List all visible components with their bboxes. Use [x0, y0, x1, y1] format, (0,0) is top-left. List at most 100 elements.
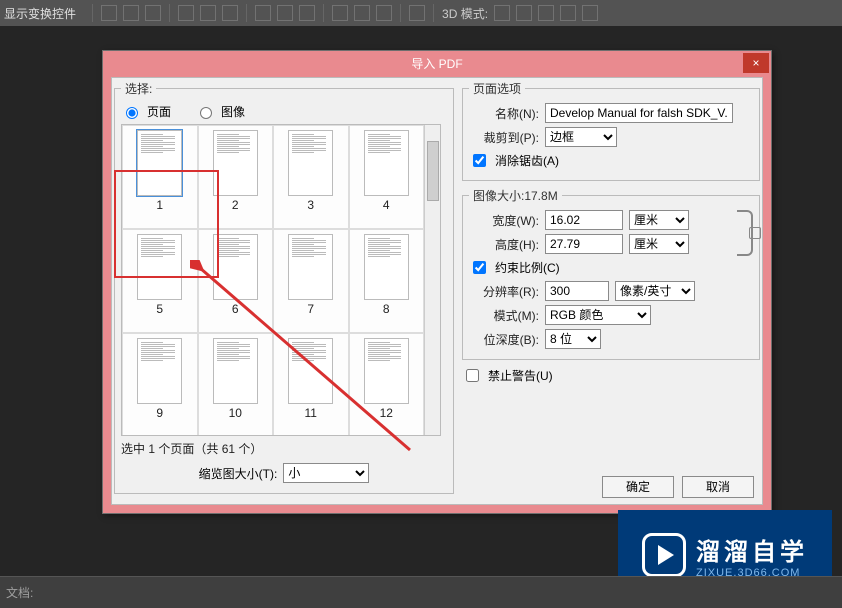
align-center-v-icon[interactable] — [200, 5, 216, 21]
width-input[interactable] — [545, 210, 623, 230]
close-icon: × — [752, 56, 759, 70]
image-size-group: 图像大小:17.8M 宽度(W): 厘米 高度(H): 厘米 — [462, 187, 760, 360]
thumbnail-page-9[interactable]: 9 — [122, 333, 198, 436]
mode-select[interactable]: RGB 颜色 — [545, 305, 651, 325]
thumbnail-page-3[interactable]: 3 — [273, 125, 349, 229]
thumbnail-number: 12 — [380, 406, 393, 420]
thumbsize-select[interactable]: 小 — [283, 463, 369, 483]
radio-image-label: 图像 — [221, 103, 245, 120]
height-unit-select[interactable]: 厘米 — [629, 234, 689, 254]
distribute-v-icon[interactable] — [277, 5, 293, 21]
align-bottom-icon[interactable] — [222, 5, 238, 21]
mode3d-label: 3D 模式: — [442, 5, 488, 22]
thumbnail-number: 9 — [156, 406, 163, 420]
resolution-unit-select[interactable]: 像素/英寸 — [615, 281, 695, 301]
resolution-label: 分辨率(R): — [469, 283, 539, 300]
thumbnail-number: 7 — [307, 302, 314, 316]
antialias-label: 消除锯齿(A) — [495, 152, 559, 169]
depth-select[interactable]: 8 位 — [545, 329, 601, 349]
thumbsize-row: 缩览图大小(T): 小 — [121, 463, 447, 483]
constrain-label: 约束比例(C) — [495, 259, 560, 276]
mode3d-camera-icon[interactable] — [582, 5, 598, 21]
options-bar: 显示变换控件 3D 模式: — [0, 0, 842, 26]
width-label: 宽度(W): — [469, 212, 539, 229]
page-options-legend: 页面选项 — [469, 80, 525, 97]
select-radios: 页面 图像 — [121, 103, 447, 120]
dialog-titlebar[interactable]: 导入 PDF × — [103, 51, 771, 75]
thumbnail-number: 10 — [229, 406, 242, 420]
dialog-footer: 确定 取消 — [602, 476, 754, 498]
mode3d-pan-icon[interactable] — [516, 5, 532, 21]
separator — [246, 4, 247, 22]
thumbnails-grid: 123456789101112 — [122, 125, 424, 436]
mode-label: 模式(M): — [469, 307, 539, 324]
constrain-checkbox[interactable] — [473, 261, 486, 274]
resolution-input[interactable] — [545, 281, 609, 301]
height-input[interactable] — [545, 234, 623, 254]
separator — [92, 4, 93, 22]
suppress-checkbox[interactable] — [466, 369, 479, 382]
thumbnail-number: 5 — [156, 302, 163, 316]
link-dimensions-icon[interactable] — [737, 210, 753, 256]
thumbnail-page-12[interactable]: 12 — [349, 333, 425, 436]
radio-page-label: 页面 — [147, 103, 171, 120]
status-bar: 文档: — [0, 576, 842, 608]
arrange-h-icon[interactable] — [332, 5, 348, 21]
dialog-title: 导入 PDF — [411, 55, 462, 72]
separator — [323, 4, 324, 22]
image-size-legend: 图像大小:17.8M — [469, 187, 562, 204]
auto-align-icon[interactable] — [409, 5, 425, 21]
vertical-scrollbar[interactable] — [424, 125, 440, 435]
thumbnail-page-11[interactable]: 11 — [273, 333, 349, 436]
select-legend: 选择: — [121, 80, 156, 97]
dialog-body: 选择: 页面 图像 123456789101112 选中 1 个页面（共 61 … — [111, 77, 763, 505]
thumbnail-page-4[interactable]: 4 — [349, 125, 425, 229]
crop-label: 裁剪到(P): — [469, 129, 539, 146]
thumbnail-page-10[interactable]: 10 — [198, 333, 274, 436]
name-label: 名称(N): — [469, 105, 539, 122]
mode3d-orbit-icon[interactable] — [494, 5, 510, 21]
thumbnail-number: 3 — [307, 198, 314, 212]
name-input[interactable] — [545, 103, 733, 123]
cancel-button[interactable]: 取消 — [682, 476, 754, 498]
thumbnail-page-2[interactable]: 2 — [198, 125, 274, 229]
radio-page[interactable] — [126, 107, 138, 119]
ok-button[interactable]: 确定 — [602, 476, 674, 498]
depth-label: 位深度(B): — [469, 331, 539, 348]
align-center-h-icon[interactable] — [123, 5, 139, 21]
selection-info-prefix: 选中 1 个页面（共 — [121, 442, 222, 456]
thumbnail-number: 1 — [156, 198, 163, 212]
distribute-space-icon[interactable] — [299, 5, 315, 21]
options-pane: 页面选项 名称(N): 裁剪到(P): 边框 消除锯齿(A) 图像大小:1 — [462, 80, 760, 389]
thumbnail-page-6[interactable]: 6 — [198, 229, 274, 333]
arrange-grid-icon[interactable] — [376, 5, 392, 21]
page-options-group: 页面选项 名称(N): 裁剪到(P): 边框 消除锯齿(A) — [462, 80, 760, 181]
mode3d-light-icon[interactable] — [560, 5, 576, 21]
thumbnail-page-8[interactable]: 8 — [349, 229, 425, 333]
thumbnails-panel: 123456789101112 — [121, 124, 441, 436]
align-top-icon[interactable] — [178, 5, 194, 21]
thumbnail-page-1[interactable]: 1 — [122, 125, 198, 229]
crop-select[interactable]: 边框 — [545, 127, 617, 147]
close-button[interactable]: × — [743, 53, 769, 73]
thumbnail-page-7[interactable]: 7 — [273, 229, 349, 333]
select-pane: 选择: 页面 图像 123456789101112 选中 1 个页面（共 61 … — [114, 80, 454, 500]
separator — [169, 4, 170, 22]
align-right-icon[interactable] — [145, 5, 161, 21]
scrollbar-handle[interactable] — [427, 141, 439, 201]
align-left-icon[interactable] — [101, 5, 117, 21]
thumbnail-number: 11 — [305, 406, 317, 420]
thumbsize-label: 缩览图大小(T): — [199, 465, 278, 482]
status-doc-label: 文档: — [6, 584, 33, 601]
arrange-v-icon[interactable] — [354, 5, 370, 21]
thumbnail-number: 4 — [383, 198, 390, 212]
distribute-h-icon[interactable] — [255, 5, 271, 21]
antialias-checkbox[interactable] — [473, 154, 486, 167]
mode3d-move-icon[interactable] — [538, 5, 554, 21]
selection-info: 选中 1 个页面（共 61 个） — [121, 440, 447, 457]
thumbnail-page-5[interactable]: 5 — [122, 229, 198, 333]
select-group: 选择: 页面 图像 123456789101112 选中 1 个页面（共 61 … — [114, 80, 454, 494]
watermark-title: 溜溜自学 — [696, 532, 808, 567]
width-unit-select[interactable]: 厘米 — [629, 210, 689, 230]
radio-image[interactable] — [200, 107, 212, 119]
